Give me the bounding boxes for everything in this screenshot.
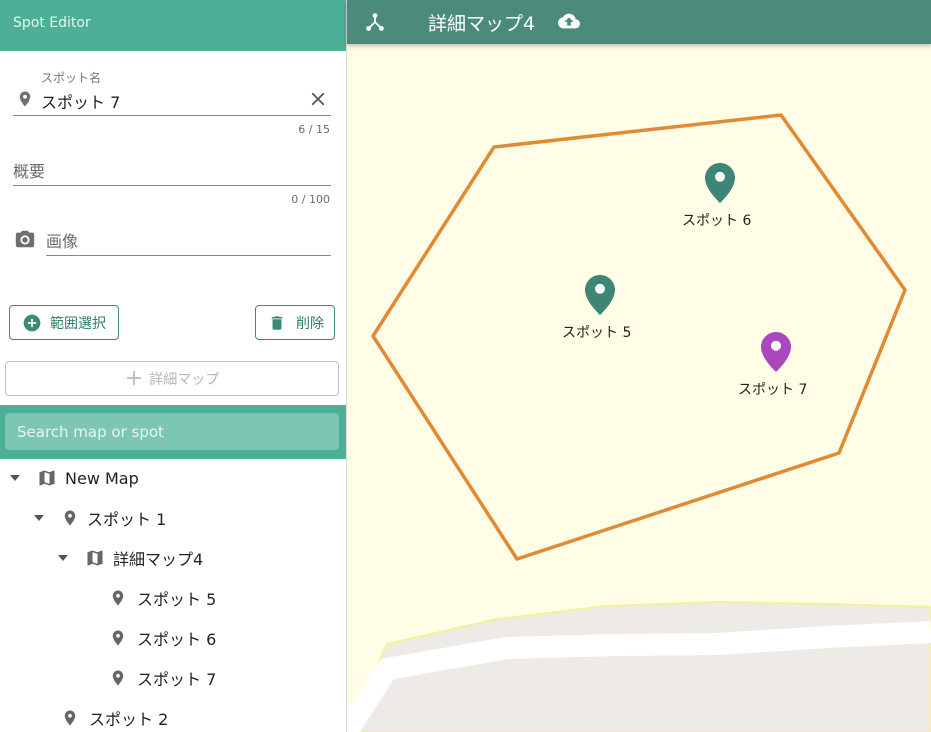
sidebar-header: Spot Editor: [0, 0, 346, 51]
tree-item-label: New Map: [65, 468, 139, 488]
spot-marker-5[interactable]: [585, 275, 615, 319]
camera-icon[interactable]: [13, 228, 37, 254]
tree-item-spot-6[interactable]: スポット 6: [109, 622, 216, 654]
search-input[interactable]: [5, 413, 339, 450]
add-detail-map-button[interactable]: + 詳細マップ: [5, 361, 339, 396]
spot-label-6: スポット 6: [682, 213, 752, 229]
image-placeholder: 画像: [46, 232, 79, 251]
plus-icon: +: [124, 365, 144, 391]
tree-item-spot-5[interactable]: スポット 5: [109, 582, 216, 614]
location-pin-icon: [109, 627, 127, 649]
summary-placeholder: 概要: [13, 162, 46, 181]
delete-label: 削除: [296, 315, 324, 332]
summary-counter: 0 / 100: [291, 193, 330, 206]
spot-marker-6[interactable]: [705, 163, 735, 207]
spot-marker-7[interactable]: [761, 332, 791, 376]
cloud-upload-icon[interactable]: [556, 10, 582, 36]
tree-item-label: スポット 2: [89, 710, 169, 729]
location-pin-icon: [109, 667, 127, 689]
summary-field[interactable]: 概要: [13, 150, 331, 186]
spot-editor-sidebar: Spot Editor スポット名 スポット 7 6 / 15 概要 0 / 1…: [0, 0, 347, 732]
tree-item-label: スポット 6: [137, 630, 217, 649]
area-polygon: [371, 113, 907, 561]
map-title: 詳細マップ4: [428, 13, 536, 35]
range-select-label: 範囲選択: [50, 315, 106, 332]
map-canvas[interactable]: スポット 6 スポット 5 スポット 7: [347, 44, 931, 732]
tree-item-label: スポット 5: [137, 590, 217, 609]
hierarchy-icon[interactable]: [364, 11, 386, 37]
location-pin-icon: [61, 507, 79, 529]
detail-map-label: 詳細マップ: [149, 371, 220, 388]
tree-item-detail-map-4[interactable]: 詳細マップ4: [57, 542, 203, 574]
spot-name-field[interactable]: スポット名 スポット 7: [13, 68, 331, 116]
range-select-button[interactable]: 範囲選択: [9, 305, 119, 340]
tree-item-spot-2[interactable]: スポット 2: [61, 702, 168, 732]
spot-name-counter: 6 / 15: [298, 123, 330, 136]
map-graphics: [347, 113, 931, 732]
map-top-bar: 詳細マップ4: [347, 0, 931, 44]
location-pin-icon: [109, 587, 127, 609]
location-pin-icon: [61, 707, 79, 729]
trash-icon: [268, 313, 286, 333]
tree-item-spot-7[interactable]: スポット 7: [109, 662, 216, 694]
caret-down-icon[interactable]: [33, 514, 49, 522]
spot-name-label: スポット名: [41, 71, 102, 85]
tree-item-label: スポット 7: [137, 670, 217, 689]
add-circle-icon: [22, 313, 42, 333]
clear-icon[interactable]: [307, 88, 329, 114]
caret-down-icon[interactable]: [57, 554, 73, 562]
tree-item-new-map[interactable]: New Map: [9, 462, 139, 494]
tree-item-label: スポット 1: [87, 510, 167, 529]
tree-item-label: 詳細マップ4: [113, 550, 204, 569]
delete-button[interactable]: 削除: [255, 305, 335, 340]
image-field[interactable]: 画像: [46, 220, 331, 256]
spot-label-5: スポット 5: [562, 325, 632, 341]
sidebar-title: Spot Editor: [13, 15, 91, 31]
spot-name-input[interactable]: スポット 7: [41, 89, 120, 113]
map-icon: [37, 468, 57, 488]
location-pin-icon: [16, 88, 34, 114]
tree-item-spot-1[interactable]: スポット 1: [33, 502, 166, 534]
map-icon: [85, 548, 105, 568]
caret-down-icon[interactable]: [9, 474, 25, 482]
spot-label-7: スポット 7: [738, 382, 808, 398]
